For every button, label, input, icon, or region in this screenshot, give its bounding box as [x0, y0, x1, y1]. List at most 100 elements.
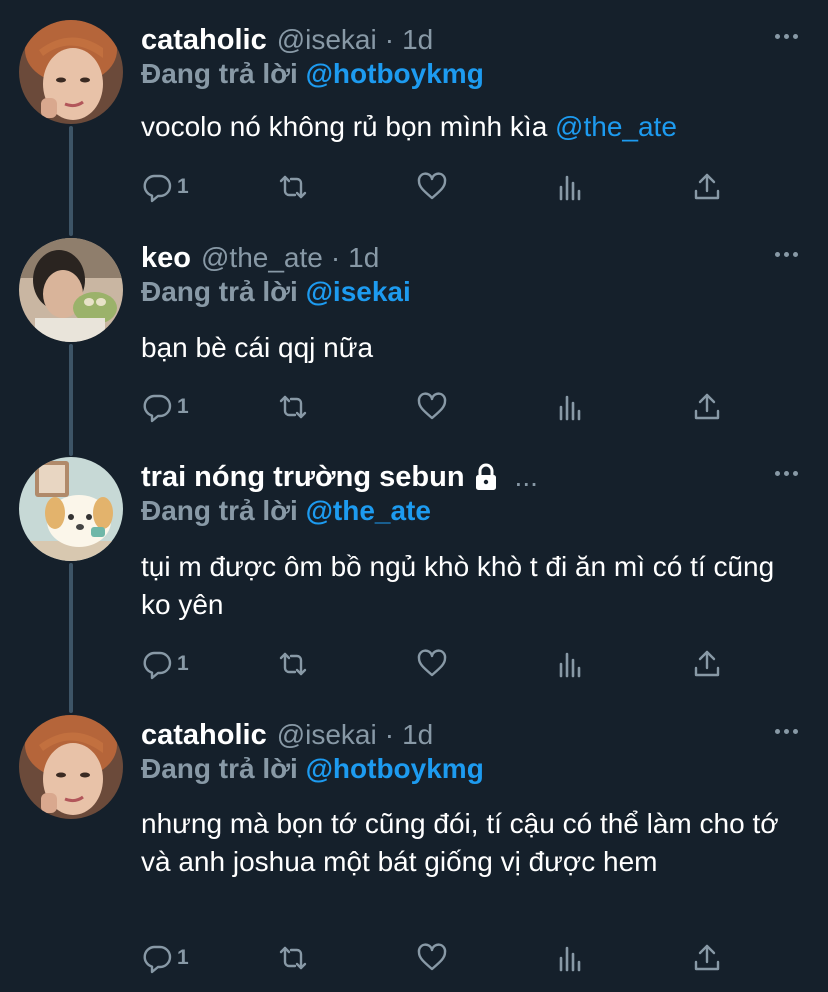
- replying-to: Đang trả lời @isekai: [141, 276, 411, 308]
- reply-icon: [141, 942, 173, 974]
- analytics-icon: [555, 171, 587, 203]
- more-icon[interactable]: [772, 242, 800, 266]
- analytics-button[interactable]: [555, 941, 587, 975]
- share-button[interactable]: [691, 647, 723, 681]
- tweet-text: nhưng mà bọn tớ cũng đói, tí cậu có thể …: [141, 805, 801, 881]
- separator: ·: [384, 719, 395, 750]
- tweet[interactable]: trai nóng trường sebun ... Đang trả lời …: [0, 457, 828, 697]
- heart-icon: [416, 391, 448, 423]
- retweet-button[interactable]: [277, 170, 309, 204]
- analytics-icon: [555, 648, 587, 680]
- replying-to: Đang trả lời @hotboykmg: [141, 58, 484, 90]
- user-handle[interactable]: @isekai: [277, 24, 377, 56]
- replying-to-label: Đang trả lời: [141, 276, 298, 307]
- display-name[interactable]: cataholic: [141, 24, 267, 57]
- like-button[interactable]: [416, 170, 448, 204]
- tweet[interactable]: cataholic @isekai · 1d Đang trả lời @hot…: [0, 20, 828, 220]
- replying-to: Đang trả lời @hotboykmg: [141, 753, 484, 785]
- replying-to-label: Đang trả lời: [141, 58, 298, 89]
- reply-button[interactable]: 1: [141, 390, 189, 424]
- user-handle[interactable]: @the_ate: [201, 242, 323, 274]
- timestamp[interactable]: 1d: [348, 242, 379, 274]
- share-icon: [691, 648, 723, 680]
- display-name[interactable]: trai nóng trường sebun: [141, 461, 465, 494]
- replying-to-label: Đang trả lời: [141, 753, 298, 784]
- retweet-button[interactable]: [277, 390, 309, 424]
- reply-icon: [141, 648, 173, 680]
- tweet[interactable]: cataholic @isekai · 1d Đang trả lời @hot…: [0, 715, 828, 985]
- tweet-text-body: bạn bè cái qqj nữa: [141, 332, 374, 363]
- more-icon[interactable]: [772, 24, 800, 48]
- heart-icon: [416, 171, 448, 203]
- avatar[interactable]: [19, 715, 123, 819]
- tweet-header: cataholic @isekai · 1d: [141, 715, 433, 755]
- separator: ·: [384, 24, 395, 55]
- retweet-icon: [277, 391, 309, 423]
- replying-to-mention[interactable]: @hotboykmg: [306, 753, 484, 784]
- tweet-text: bạn bè cái qqj nữa: [141, 329, 801, 367]
- display-name[interactable]: keo: [141, 242, 191, 275]
- analytics-button[interactable]: [555, 390, 587, 424]
- tweet-header: cataholic @isekai · 1d: [141, 20, 433, 60]
- tweet-actions: 1: [141, 941, 741, 975]
- analytics-button[interactable]: [555, 170, 587, 204]
- avatar[interactable]: [19, 20, 123, 124]
- like-button[interactable]: [416, 647, 448, 681]
- tweet-actions: 1: [141, 647, 741, 681]
- share-button[interactable]: [691, 170, 723, 204]
- reply-button[interactable]: 1: [141, 941, 189, 975]
- tweet-text-body: nhưng mà bọn tớ cũng đói, tí cậu có thể …: [141, 808, 779, 877]
- tweet[interactable]: keo @the_ate · 1d Đang trả lời @isekai b…: [0, 238, 828, 438]
- tweet-text: tụi m được ôm bồ ngủ khò khò t đi ăn mì …: [141, 548, 801, 624]
- avatar[interactable]: [19, 457, 123, 561]
- tweet-actions: 1: [141, 170, 741, 204]
- timestamp[interactable]: 1d: [402, 719, 433, 751]
- analytics-icon: [555, 391, 587, 423]
- share-button[interactable]: [691, 390, 723, 424]
- retweet-icon: [277, 942, 309, 974]
- more-icon[interactable]: [772, 461, 800, 485]
- reply-count: 1: [177, 652, 189, 675]
- reply-icon: [141, 391, 173, 423]
- heart-icon: [416, 942, 448, 974]
- share-icon: [691, 171, 723, 203]
- retweet-button[interactable]: [277, 647, 309, 681]
- tweet-actions: 1: [141, 390, 741, 424]
- tweet-text: vocolo nó không rủ bọn mình kìa @the_ate: [141, 108, 801, 146]
- reply-count: 1: [177, 946, 189, 969]
- reply-button[interactable]: 1: [141, 647, 189, 681]
- tweet-text-body: vocolo nó không rủ bọn mình kìa: [141, 111, 556, 142]
- retweet-button[interactable]: [277, 941, 309, 975]
- replying-to-mention[interactable]: @the_ate: [306, 495, 431, 526]
- reply-button[interactable]: 1: [141, 170, 189, 204]
- retweet-icon: [277, 648, 309, 680]
- tweet-header: keo @the_ate · 1d: [141, 238, 379, 278]
- share-button[interactable]: [691, 941, 723, 975]
- replying-to-label: Đang trả lời: [141, 495, 298, 526]
- replying-to: Đang trả lời @the_ate: [141, 495, 431, 527]
- timestamp[interactable]: 1d: [402, 24, 433, 56]
- separator: ·: [330, 242, 341, 273]
- replying-to-mention[interactable]: @isekai: [306, 276, 411, 307]
- lock-icon: [471, 462, 501, 492]
- analytics-icon: [555, 942, 587, 974]
- share-icon: [691, 391, 723, 423]
- share-icon: [691, 942, 723, 974]
- display-name[interactable]: cataholic: [141, 719, 267, 752]
- reply-thread: cataholic @isekai · 1d Đang trả lời @hot…: [0, 0, 828, 992]
- avatar[interactable]: [19, 238, 123, 342]
- heart-icon: [416, 648, 448, 680]
- replying-to-mention[interactable]: @hotboykmg: [306, 58, 484, 89]
- retweet-icon: [277, 171, 309, 203]
- analytics-button[interactable]: [555, 647, 587, 681]
- like-button[interactable]: [416, 941, 448, 975]
- like-button[interactable]: [416, 390, 448, 424]
- reply-count: 1: [177, 395, 189, 418]
- name-overflow: ...: [514, 461, 538, 492]
- tweet-header: trai nóng trường sebun ...: [141, 457, 538, 497]
- tweet-text-mention[interactable]: @the_ate: [555, 111, 677, 142]
- tweet-text-body: tụi m được ôm bồ ngủ khò khò t đi ăn mì …: [141, 551, 775, 620]
- user-handle[interactable]: @isekai: [277, 719, 377, 751]
- more-icon[interactable]: [772, 719, 800, 743]
- reply-icon: [141, 171, 173, 203]
